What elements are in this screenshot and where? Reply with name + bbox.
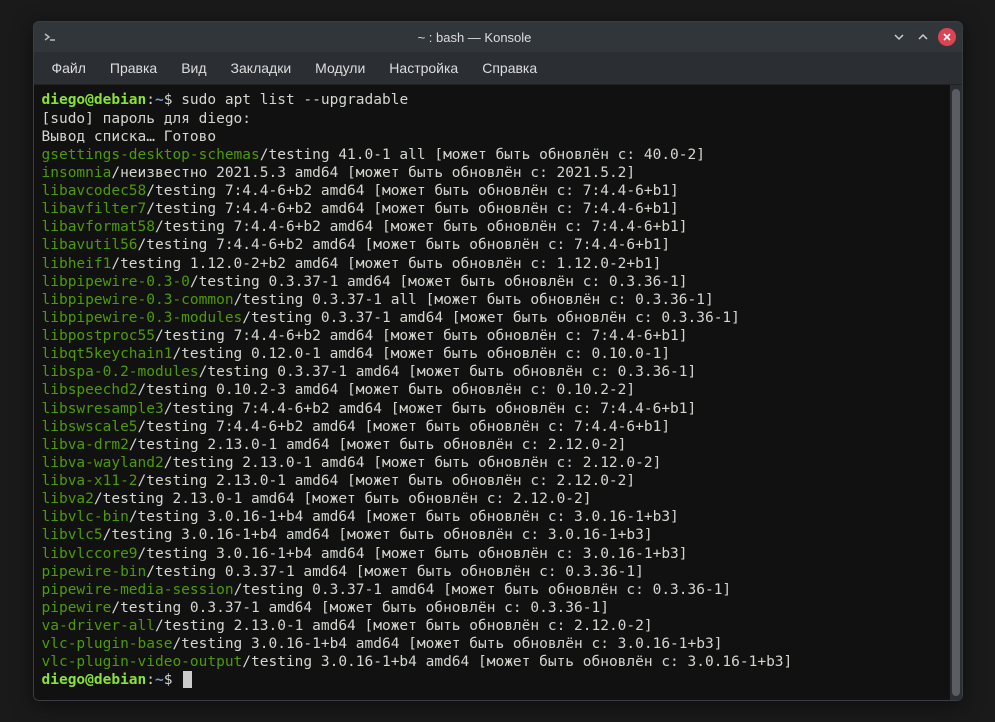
package-line: libvlc-bin/testing 3.0.16-1+b4 amd64 [мо… — [42, 508, 942, 526]
menu-bookmarks[interactable]: Закладки — [219, 56, 304, 80]
window-buttons — [890, 28, 956, 46]
menu-plugins[interactable]: Модули — [303, 56, 377, 80]
package-line: libswresample3/testing 7:4.4-6+b2 amd64 … — [42, 400, 942, 418]
package-line: libvlc5/testing 3.0.16-1+b4 amd64 [может… — [42, 526, 942, 544]
package-line: libpipewire-0.3-common/testing 0.3.37-1 … — [42, 291, 942, 309]
package-line: libvlccore9/testing 3.0.16-1+b4 amd64 [м… — [42, 545, 942, 563]
listing-status-line: Вывод списка… Готово — [42, 128, 942, 146]
package-line: insomnia/неизвестно 2021.5.3 amd64 [може… — [42, 164, 942, 182]
package-line: libva-x11-2/testing 2.13.0-1 amd64 [може… — [42, 472, 942, 490]
package-line: libva-drm2/testing 2.13.0-1 amd64 [может… — [42, 436, 942, 454]
package-line: pipewire-media-session/testing 0.3.37-1 … — [42, 581, 942, 599]
scrollbar[interactable] — [950, 85, 962, 699]
package-line: pipewire/testing 0.3.37-1 amd64 [может б… — [42, 599, 942, 617]
window-title: ~ : bash — Konsole — [66, 30, 884, 45]
package-line: libqt5keychain1/testing 0.12.0-1 amd64 [… — [42, 345, 942, 363]
menu-view[interactable]: Вид — [169, 56, 218, 80]
package-line: libpostproc55/testing 7:4.4-6+b2 amd64 [… — [42, 327, 942, 345]
package-line: libpipewire-0.3-0/testing 0.3.37-1 amd64… — [42, 273, 942, 291]
terminal[interactable]: diego@debian:~$ sudo apt list --upgradab… — [34, 85, 950, 699]
scrollbar-thumb[interactable] — [952, 89, 960, 695]
konsole-window: ~ : bash — Konsole Файл Правка Вид Закла… — [33, 21, 963, 700]
package-line: libspeechd2/testing 0.10.2-3 amd64 [може… — [42, 381, 942, 399]
package-line: libavfilter7/testing 7:4.4-6+b2 amd64 [м… — [42, 200, 942, 218]
package-line: vlc-plugin-video-output/testing 3.0.16-1… — [42, 653, 942, 671]
close-button[interactable] — [938, 28, 956, 46]
prompt-line: diego@debian:~$ — [42, 671, 942, 689]
package-line: libva-wayland2/testing 2.13.0-1 amd64 [м… — [42, 454, 942, 472]
package-line: libheif1/testing 1.12.0-2+b2 amd64 [може… — [42, 255, 942, 273]
app-menu-icon[interactable] — [40, 27, 60, 47]
prompt-line: diego@debian:~$ sudo apt list --upgradab… — [42, 91, 942, 109]
menu-help[interactable]: Справка — [470, 56, 549, 80]
package-line: vlc-plugin-base/testing 3.0.16-1+b4 amd6… — [42, 635, 942, 653]
menu-file[interactable]: Файл — [40, 56, 98, 80]
menubar: Файл Правка Вид Закладки Модули Настройк… — [34, 52, 962, 85]
package-line: libva2/testing 2.13.0-1 amd64 [может быт… — [42, 490, 942, 508]
package-line: libavcodec58/testing 7:4.4-6+b2 amd64 [м… — [42, 182, 942, 200]
package-line: libavformat58/testing 7:4.4-6+b2 amd64 [… — [42, 218, 942, 236]
minimize-button[interactable] — [890, 28, 908, 46]
menu-settings[interactable]: Настройка — [377, 56, 470, 80]
package-line: libavutil56/testing 7:4.4-6+b2 amd64 [мо… — [42, 236, 942, 254]
maximize-button[interactable] — [914, 28, 932, 46]
package-line: libpipewire-0.3-modules/testing 0.3.37-1… — [42, 309, 942, 327]
package-line: libspa-0.2-modules/testing 0.3.37-1 amd6… — [42, 363, 942, 381]
sudo-password-line: [sudo] пароль для diego: — [42, 110, 942, 128]
package-line: gsettings-desktop-schemas/testing 41.0-1… — [42, 146, 942, 164]
package-line: libswscale5/testing 7:4.4-6+b2 amd64 [мо… — [42, 418, 942, 436]
cursor — [183, 671, 192, 688]
package-line: va-driver-all/testing 2.13.0-1 amd64 [мо… — [42, 617, 942, 635]
titlebar: ~ : bash — Konsole — [34, 22, 962, 52]
terminal-area: diego@debian:~$ sudo apt list --upgradab… — [34, 85, 962, 699]
package-line: pipewire-bin/testing 0.3.37-1 amd64 [мож… — [42, 563, 942, 581]
menu-edit[interactable]: Правка — [98, 56, 169, 80]
